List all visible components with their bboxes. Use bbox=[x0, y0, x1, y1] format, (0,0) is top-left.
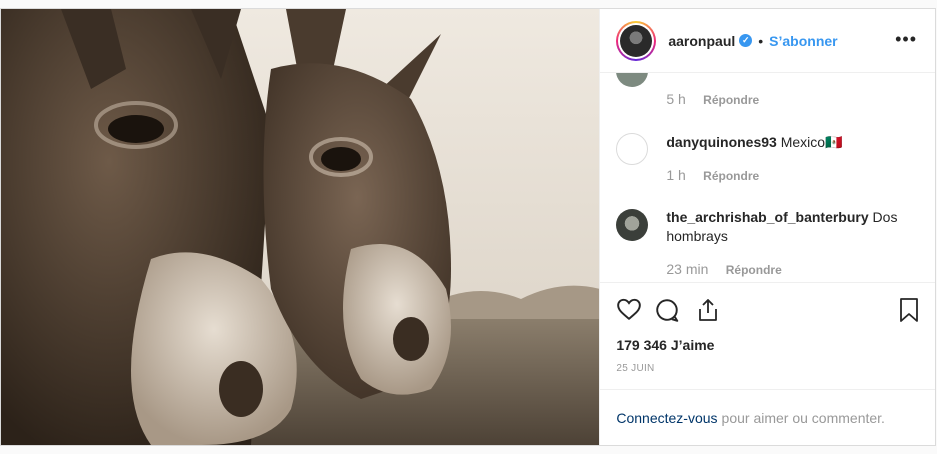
comment-username[interactable]: danyquinones93 bbox=[666, 134, 776, 150]
author-avatar-inner bbox=[618, 22, 655, 59]
like-heart-icon[interactable] bbox=[616, 297, 642, 326]
post-header: aaronpaul ✓ • S’abonner ••• bbox=[600, 9, 935, 73]
comment-username[interactable]: the_archrishab_of_banterbury bbox=[666, 209, 868, 225]
author-username[interactable]: aaronpaul bbox=[668, 33, 735, 49]
comment-body: Mexico🇲🇽 bbox=[780, 134, 843, 150]
follow-button[interactable]: S’abonner bbox=[769, 33, 837, 49]
action-bar bbox=[600, 283, 935, 337]
reply-button[interactable]: Répondre bbox=[703, 169, 759, 183]
reply-button[interactable]: Répondre bbox=[726, 263, 782, 277]
reply-button[interactable]: Répondre bbox=[703, 93, 759, 107]
post-sidebar: aaronpaul ✓ • S’abonner ••• 5 h Répondre… bbox=[599, 9, 935, 445]
likes-count[interactable]: 179 346 J’aime bbox=[600, 337, 935, 359]
share-icon[interactable] bbox=[696, 297, 720, 328]
comment-text: danyquinones93 Mexico🇲🇽 bbox=[666, 133, 916, 152]
login-prompt: Connectez-vous pour aimer ou commenter. bbox=[600, 389, 935, 445]
comment-time[interactable]: 1 h bbox=[666, 167, 685, 183]
comments-list[interactable]: 5 h Répondre danyquinones93 Mexico🇲🇽 1 h… bbox=[600, 73, 935, 283]
comment-avatar[interactable] bbox=[616, 73, 649, 87]
more-options-icon[interactable]: ••• bbox=[895, 30, 917, 48]
comment-meta: 1 h Répondre bbox=[666, 167, 759, 183]
donkeys-photo bbox=[1, 9, 600, 445]
bookmark-icon[interactable] bbox=[899, 297, 919, 328]
comment-avatar[interactable] bbox=[616, 209, 649, 241]
comment-meta: 5 h Répondre bbox=[666, 91, 759, 107]
comment-meta: 23 min Répondre bbox=[666, 261, 781, 277]
login-prompt-text: pour aimer ou commenter. bbox=[721, 409, 885, 426]
comment-bubble-icon[interactable] bbox=[654, 297, 680, 328]
comment-text: the_archrishab_of_banterbury Dos hombray… bbox=[666, 208, 916, 246]
author-avatar[interactable] bbox=[616, 20, 657, 61]
post-photo[interactable] bbox=[1, 9, 600, 445]
post-card: aaronpaul ✓ • S’abonner ••• 5 h Répondre… bbox=[0, 8, 936, 446]
comment-time[interactable]: 5 h bbox=[666, 91, 685, 107]
comment-time[interactable]: 23 min bbox=[666, 261, 708, 277]
author-avatar-image bbox=[620, 24, 653, 57]
verified-badge-icon: ✓ bbox=[739, 34, 753, 47]
post-date[interactable]: 25 JUIN bbox=[600, 359, 935, 389]
separator-dot: • bbox=[758, 32, 764, 49]
comment-avatar[interactable] bbox=[616, 133, 649, 165]
login-link[interactable]: Connectez-vous bbox=[616, 410, 717, 426]
